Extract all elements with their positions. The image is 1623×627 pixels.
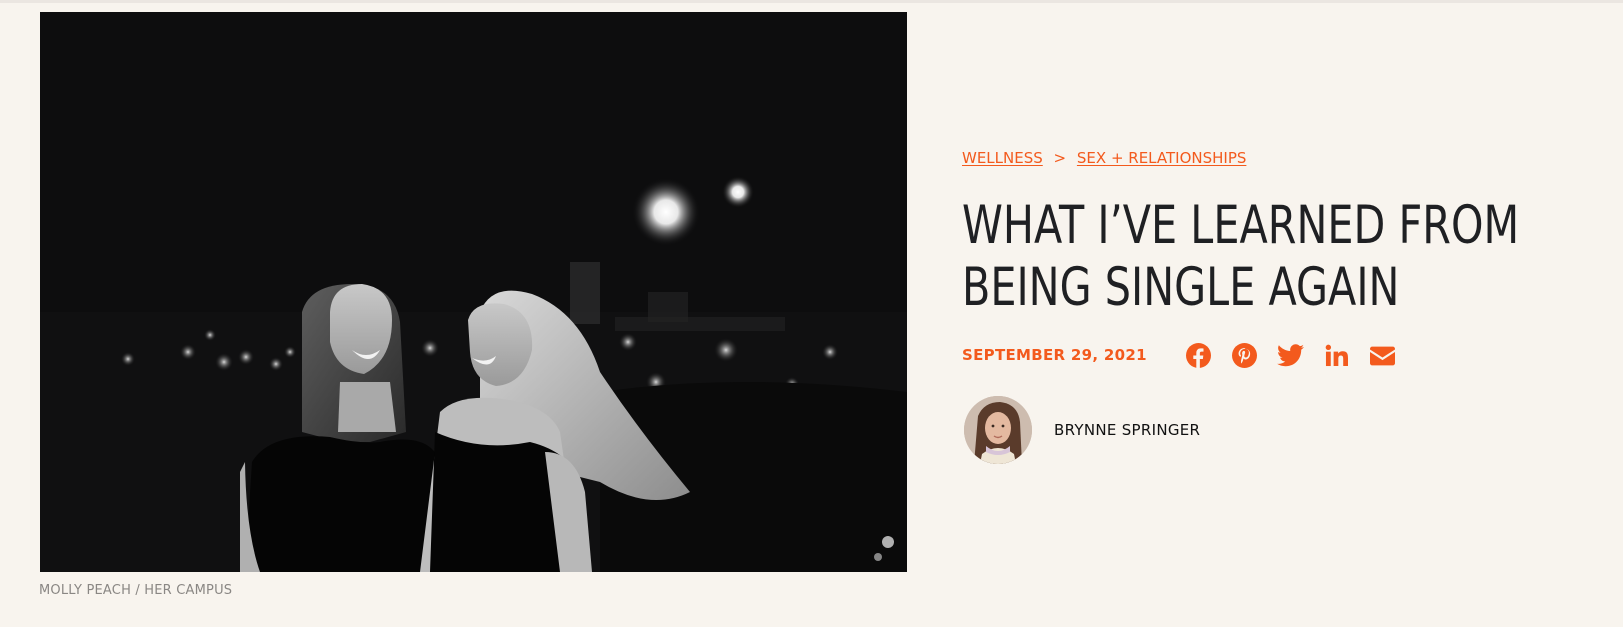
linkedin-share-button[interactable] (1323, 342, 1350, 369)
breadcrumb-separator: > (1053, 149, 1067, 167)
breadcrumb-link-wellness[interactable]: WELLNESS (962, 149, 1043, 167)
hero-image (40, 12, 907, 572)
facebook-share-button[interactable] (1185, 342, 1212, 369)
article-title-line-1: WHAT I’VE LEARNED FROM (962, 195, 1520, 256)
author-avatar[interactable] (964, 396, 1032, 464)
twitter-icon (1277, 344, 1304, 367)
twitter-share-button[interactable] (1277, 342, 1304, 369)
publish-date: SEPTEMBER 29, 2021 (962, 346, 1147, 364)
email-icon (1370, 346, 1395, 365)
email-share-button[interactable] (1369, 342, 1396, 369)
article-title: WHAT I’VE LEARNED FROM BEING SINGLE AGAI… (962, 195, 1520, 319)
image-credit: MOLLY PEACH / HER CAMPUS (39, 583, 233, 598)
author-block: BRYNNE SPRINGER (964, 396, 1200, 464)
author-name[interactable]: BRYNNE SPRINGER (1054, 421, 1200, 439)
article-title-line-2: BEING SINGLE AGAIN (962, 257, 1400, 318)
facebook-icon (1186, 343, 1211, 368)
share-buttons (1185, 342, 1396, 369)
pinterest-share-button[interactable] (1231, 342, 1258, 369)
breadcrumb-link-sex-relationships[interactable]: SEX + RELATIONSHIPS (1077, 149, 1246, 167)
page-top-border (0, 0, 1623, 3)
pinterest-icon (1232, 343, 1257, 368)
linkedin-icon (1325, 344, 1348, 367)
breadcrumb: WELLNESS > SEX + RELATIONSHIPS (962, 149, 1246, 167)
